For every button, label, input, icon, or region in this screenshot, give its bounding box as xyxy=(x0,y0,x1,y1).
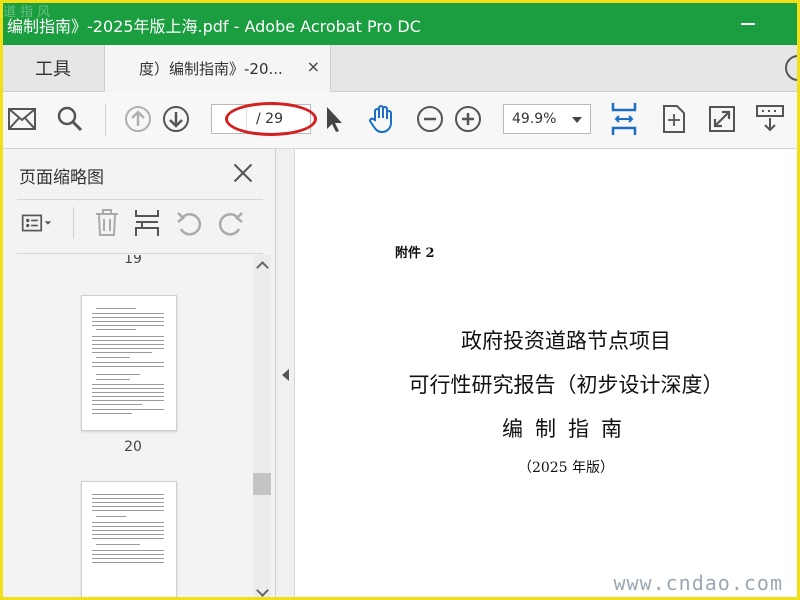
select-cursor-icon[interactable] xyxy=(317,102,351,136)
tab-document[interactable]: 度）编制指南》-20... × xyxy=(104,45,331,92)
thumbnail-options-icon[interactable] xyxy=(21,207,53,239)
toolbar-divider xyxy=(105,104,106,136)
doc-title-line2: 可行性研究报告（初步设计深度） xyxy=(408,373,724,397)
panel-close-icon[interactable] xyxy=(231,161,255,185)
next-page-icon[interactable] xyxy=(159,102,193,136)
chevron-down-icon xyxy=(572,117,582,123)
help-icon[interactable] xyxy=(785,55,797,81)
title-bar: 道 指 风 编制指南》-2025年版上海.pdf - Adobe Acrobat… xyxy=(3,3,797,45)
zoom-out-icon[interactable] xyxy=(413,102,447,136)
tab-close-icon[interactable]: × xyxy=(307,57,320,76)
doc-title-line3: 编制指南 xyxy=(502,417,634,441)
full-screen-icon[interactable] xyxy=(705,102,739,136)
panel-divider xyxy=(17,253,263,254)
thumbnail-scrollbar[interactable] xyxy=(253,255,271,597)
email-icon[interactable] xyxy=(5,102,39,136)
delete-icon[interactable] xyxy=(91,207,123,239)
keyboard-tools-icon[interactable] xyxy=(753,102,787,136)
previous-page-icon[interactable] xyxy=(121,102,155,136)
tab-strip: 工具 度）编制指南》-20... × xyxy=(3,45,797,92)
window-title: 编制指南》-2025年版上海.pdf - Adobe Acrobat Pro D… xyxy=(7,17,421,36)
watermark-bottom: www.cndao.com xyxy=(613,571,783,595)
document-view: 附件 2 政府投资道路节点项目 可行性研究报告（初步设计深度） 编制指南 （20… xyxy=(295,149,797,597)
doc-version: （2025 年版） xyxy=(517,460,615,476)
thumbnail-page-number: 19 xyxy=(124,255,142,267)
zoom-select[interactable]: 49.9% xyxy=(503,104,591,134)
rotate-clockwise-icon[interactable] xyxy=(215,207,247,239)
rotate-counterclockwise-icon[interactable] xyxy=(173,207,205,239)
minimize-button[interactable] xyxy=(741,13,755,33)
doc-appendix-label: 附件 2 xyxy=(395,246,435,261)
fit-page-icon[interactable] xyxy=(657,102,691,136)
panel-title: 页面缩略图 xyxy=(19,168,104,188)
fit-width-icon[interactable] xyxy=(607,102,641,136)
scroll-up-icon[interactable] xyxy=(256,261,269,274)
page-thumbnail[interactable] xyxy=(81,295,177,431)
highlight-ellipse xyxy=(225,102,317,136)
screenshot-frame: 道 指 风 编制指南》-2025年版上海.pdf - Adobe Acrobat… xyxy=(0,0,800,600)
collapse-panel-icon[interactable] xyxy=(282,369,289,381)
zoom-value: 49.9% xyxy=(512,111,557,127)
page-thumbnails-panel: 页面缩略图 19 20 xyxy=(3,149,276,597)
panel-divider xyxy=(17,199,263,200)
zoom-in-icon[interactable] xyxy=(451,102,485,136)
thumbnail-page-number: 20 xyxy=(124,439,142,455)
search-icon[interactable] xyxy=(53,102,87,136)
doc-title-line1: 政府投资道路节点项目 xyxy=(461,329,671,353)
tab-tools[interactable]: 工具 xyxy=(3,45,103,91)
scrollbar-thumb[interactable] xyxy=(253,473,271,495)
scroll-down-icon[interactable] xyxy=(256,584,269,597)
tab-document-label: 度）编制指南》-20... xyxy=(139,60,283,78)
thumbnail-list: 19 20 xyxy=(17,255,249,597)
hand-tool-icon[interactable] xyxy=(365,102,399,136)
insert-page-icon[interactable] xyxy=(131,207,163,239)
panel-toolbar-divider xyxy=(73,207,74,239)
toolbar: / 29 49.9% xyxy=(3,92,797,149)
panel-splitter[interactable] xyxy=(276,149,295,597)
page-thumbnail[interactable] xyxy=(81,481,177,597)
